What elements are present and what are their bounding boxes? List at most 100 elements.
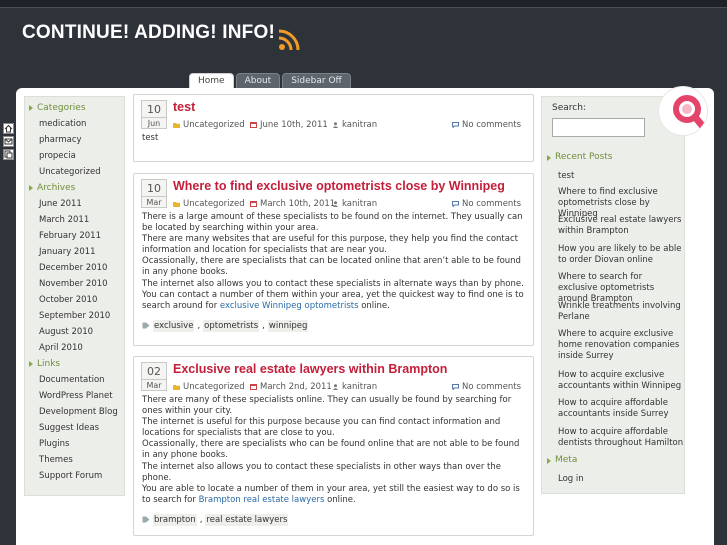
post-day: 02 <box>147 365 161 378</box>
blogroll-link[interactable]: WordPress Planet <box>25 388 124 404</box>
comment-icon <box>452 122 459 128</box>
archive-link[interactable]: June 2011 <box>25 196 124 212</box>
post-title-link[interactable]: test <box>173 100 195 114</box>
post-comments-link[interactable]: No comments <box>452 199 521 209</box>
blogroll-link[interactable]: Themes <box>25 452 124 468</box>
post-date: March 2nd, 2011 <box>250 382 332 392</box>
archive-link[interactable]: November 2010 <box>25 276 124 292</box>
login-link[interactable]: Log in <box>558 474 684 485</box>
post-day: 10 <box>147 182 161 195</box>
post-author-label: kanitran <box>342 382 378 392</box>
rss-feed-icon[interactable] <box>278 29 300 51</box>
post-inline-link[interactable]: Brampton real estate lawyers <box>199 495 325 505</box>
category-link[interactable]: pharmacy <box>25 132 124 148</box>
tab-about[interactable]: About <box>235 73 281 88</box>
post-tags: exclusive, optometrists, winnipeg <box>134 312 533 332</box>
post-card: 02 Mar Exclusive real estate lawyers wit… <box>133 356 534 536</box>
archive-link[interactable]: March 2011 <box>25 212 124 228</box>
recent-post-link[interactable]: How to acquire affordable accountants in… <box>558 398 684 420</box>
category-link[interactable]: Uncategorized <box>25 164 124 180</box>
post-category-label: Uncategorized <box>183 382 245 392</box>
post-date-label: March 10th, 2011 <box>260 199 336 209</box>
search-magnifier-icon[interactable] <box>658 86 708 136</box>
post-title-link[interactable]: Where to find exclusive optometrists clo… <box>173 179 505 193</box>
post-comments-link[interactable]: No comments <box>452 382 521 392</box>
mail-icon[interactable] <box>3 136 14 147</box>
archive-link[interactable]: August 2010 <box>25 324 124 340</box>
post-paragraph: There is a large amount of these special… <box>142 212 523 234</box>
categories-heading: Categories <box>25 100 124 116</box>
links-heading: Links <box>25 356 124 372</box>
recent-post-link[interactable]: How you are likely to be able to order D… <box>558 244 684 266</box>
bookmark-icon[interactable] <box>3 149 14 160</box>
tag-link[interactable]: exclusive <box>153 319 195 332</box>
post-author-label: kanitran <box>342 120 378 130</box>
post-content: There are many of these specialists onli… <box>134 395 533 506</box>
calendar-icon <box>250 201 257 207</box>
tag-icon <box>142 516 150 523</box>
site-title[interactable]: CONTINUE! ADDING! INFO! <box>22 22 275 44</box>
post-month: Mar <box>142 196 166 207</box>
post-tags: brampton, real estate lawyers <box>134 506 533 526</box>
blogroll-link[interactable]: Suggest Ideas <box>25 420 124 436</box>
archive-link[interactable]: September 2010 <box>25 308 124 324</box>
meta-heading: Meta <box>542 455 577 465</box>
calendar-icon <box>250 122 257 128</box>
post-comments-label: No comments <box>462 382 522 392</box>
category-link[interactable]: medication <box>25 116 124 132</box>
post-author[interactable]: kanitran <box>332 199 377 209</box>
archive-link[interactable]: December 2010 <box>25 260 124 276</box>
tab-sidebar-off[interactable]: Sidebar Off <box>282 73 351 88</box>
blogroll-link[interactable]: Support Forum <box>25 468 124 484</box>
post-month: Mar <box>142 379 166 390</box>
recent-post-link[interactable]: Exclusive real estate lawyers within Bra… <box>558 215 684 237</box>
post-text: online. <box>358 300 390 311</box>
tag-link[interactable]: winnipeg <box>267 319 309 332</box>
post-date-badge: 10 Jun <box>141 100 167 129</box>
folder-icon <box>173 385 180 390</box>
tag-link[interactable]: real estate lawyers <box>205 513 289 526</box>
search-input[interactable] <box>552 118 645 137</box>
post-paragraph: Ocassionally, there are specialists that… <box>142 256 521 278</box>
archive-link[interactable]: April 2010 <box>25 340 124 356</box>
tag-link[interactable]: optometrists <box>203 319 260 332</box>
post-inline-link[interactable]: exclusive Winnipeg optometrists <box>220 301 359 311</box>
post-month: Jun <box>142 117 166 128</box>
tag-icon <box>142 322 150 329</box>
post-content: test <box>134 133 533 144</box>
blogroll-link[interactable]: Development Blog <box>25 404 124 420</box>
left-sidebar: Categories medication pharmacy propecia … <box>24 96 125 496</box>
post-author-label: kanitran <box>342 199 378 209</box>
archive-link[interactable]: January 2011 <box>25 244 124 260</box>
folder-icon <box>173 202 180 207</box>
category-link[interactable]: propecia <box>25 148 124 164</box>
archive-link[interactable]: October 2010 <box>25 292 124 308</box>
post-title-link[interactable]: Exclusive real estate lawyers within Bra… <box>173 362 447 376</box>
recent-post-link[interactable]: Where to acquire exclusive home renovati… <box>558 329 684 363</box>
post-category[interactable]: Uncategorized <box>173 120 245 130</box>
post-author[interactable]: kanitran <box>332 120 377 130</box>
post-paragraph: The internet is useful for this purpose … <box>142 417 501 439</box>
tab-home[interactable]: Home <box>189 73 234 89</box>
recent-post-link[interactable]: How to acquire affordable dentists throu… <box>558 427 684 449</box>
home-icon[interactable] <box>3 123 14 134</box>
post-comments-label: No comments <box>462 120 522 130</box>
tag-link[interactable]: brampton <box>153 513 197 526</box>
post-category[interactable]: Uncategorized <box>173 199 245 209</box>
archive-link[interactable]: February 2011 <box>25 228 124 244</box>
blogroll-link[interactable]: Documentation <box>25 372 124 388</box>
recent-post-link[interactable]: Wrinkle treatments involving Perlane <box>558 301 684 323</box>
post-author[interactable]: kanitran <box>332 382 377 392</box>
right-sidebar: Search: Recent Posts test Where to find … <box>541 96 685 494</box>
post-card: 10 Mar Where to find exclusive optometri… <box>133 173 534 346</box>
post-comments-link[interactable]: No comments <box>452 120 521 130</box>
post-content: There is a large amount of these special… <box>134 212 533 312</box>
recent-post-link[interactable]: test <box>558 171 684 182</box>
blogroll-link[interactable]: Plugins <box>25 436 124 452</box>
recent-post-link[interactable]: How to acquire exclusive accountants wit… <box>558 370 684 392</box>
post-category[interactable]: Uncategorized <box>173 382 245 392</box>
user-icon <box>332 122 339 128</box>
comment-icon <box>452 201 459 207</box>
post-paragraph: You are able to locate a number of them … <box>142 484 525 506</box>
folder-icon <box>173 123 180 128</box>
